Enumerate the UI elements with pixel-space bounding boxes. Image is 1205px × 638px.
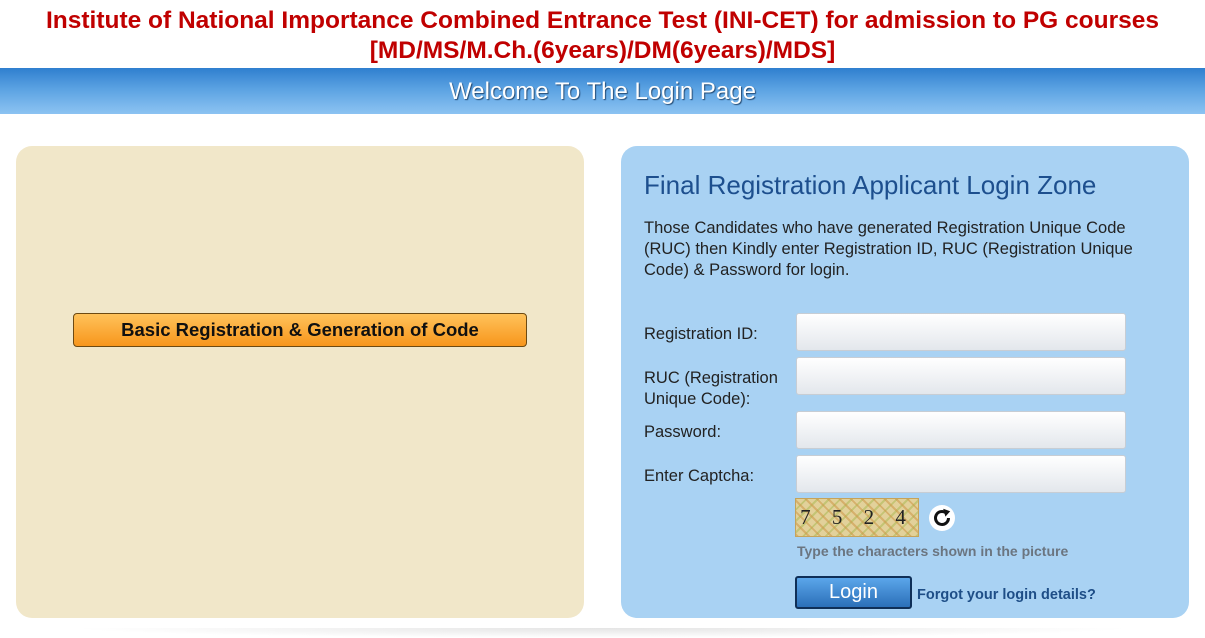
captcha-image: 7 5 2 4 xyxy=(795,498,919,537)
basic-registration-button[interactable]: Basic Registration & Generation of Code xyxy=(73,313,527,347)
ruc-label-line2: Unique Code): xyxy=(644,390,751,408)
captcha-hint: Type the characters shown in the picture xyxy=(797,543,1069,559)
login-zone-description: Those Candidates who have generated Regi… xyxy=(644,219,1133,279)
page-title-line1: Institute of National Importance Combine… xyxy=(45,7,1160,34)
welcome-text: Welcome To The Login Page xyxy=(449,78,756,105)
page-title-line2: [MD/MS/M.Ch.(6years)/DM(6years)/MDS] xyxy=(369,37,836,64)
registration-id-label: Registration ID: xyxy=(644,325,758,343)
ruc-input[interactable] xyxy=(796,357,1126,395)
ruc-label: RUC (Registration Unique Code): xyxy=(644,368,778,410)
forgot-login-link[interactable]: Forgot your login details? xyxy=(917,587,1096,603)
captcha-label: Enter Captcha: xyxy=(644,467,755,485)
password-label: Password: xyxy=(644,423,722,441)
password-input[interactable] xyxy=(796,411,1126,449)
basic-registration-panel xyxy=(16,146,584,618)
login-zone-title: Final Registration Applicant Login Zone xyxy=(644,170,1097,200)
registration-id-input[interactable] xyxy=(796,313,1126,351)
ruc-label-line1: RUC (Registration xyxy=(644,369,778,387)
refresh-icon[interactable] xyxy=(929,505,955,531)
captcha-text: 7 5 2 4 xyxy=(800,505,914,529)
login-button[interactable]: Login xyxy=(795,576,912,609)
captcha-input[interactable] xyxy=(796,455,1126,493)
page-title: Institute of National Importance Combine… xyxy=(0,6,1205,66)
